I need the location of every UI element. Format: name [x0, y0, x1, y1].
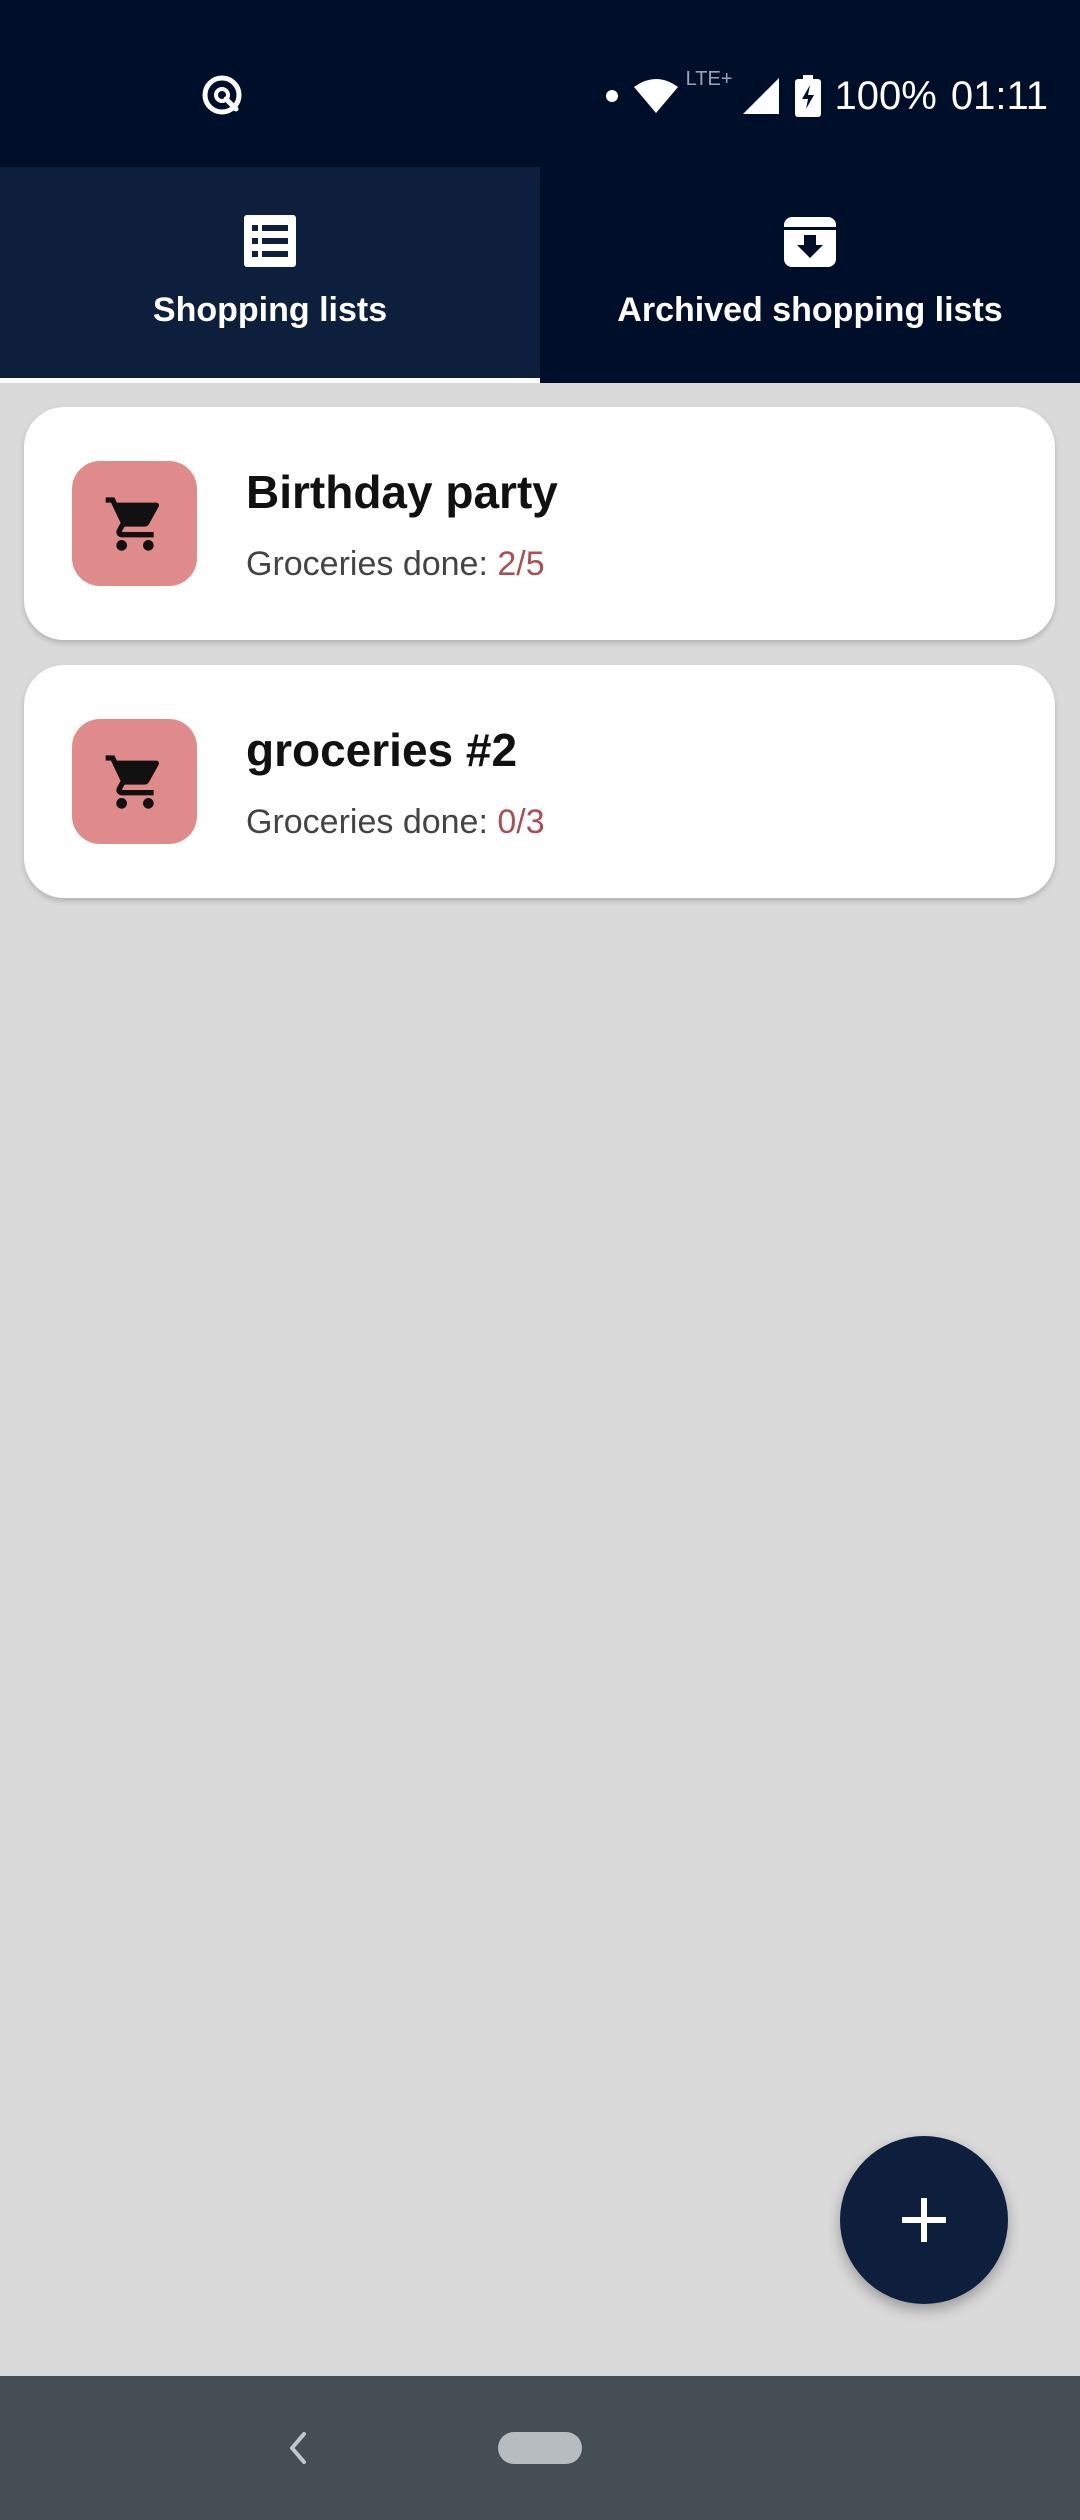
archive-icon [784, 217, 836, 267]
system-nav-bar [0, 2376, 1080, 2520]
list-title: groceries #2 [246, 724, 518, 776]
tab-archived-shopping-lists[interactable]: Archived shopping lists [540, 167, 1080, 383]
tab-label: Archived shopping lists [617, 291, 1003, 329]
notification-dot-icon [605, 90, 618, 102]
list-progress: Groceries done: 0/3 [246, 803, 545, 842]
back-icon[interactable] [282, 2424, 314, 2472]
list-icon-box [72, 461, 197, 586]
status-indicators: LTE+ 100% 01:11 [605, 66, 1048, 126]
list-icon-box [72, 719, 197, 844]
signal-icon [742, 78, 779, 114]
home-handle[interactable] [498, 2432, 582, 2464]
battery-percent: 100% [834, 74, 937, 118]
battery-charging-icon [794, 75, 821, 117]
add-list-button[interactable] [840, 2136, 1008, 2304]
clock: 01:11 [950, 74, 1048, 118]
shopping-list-card[interactable]: groceries #2 Groceries done: 0/3 [24, 665, 1055, 898]
tab-shopping-lists[interactable]: Shopping lists [0, 167, 540, 383]
list-icon [244, 215, 296, 267]
shopping-list-card[interactable]: Birthday party Groceries done: 2/5 [24, 407, 1055, 640]
tab-bar: Shopping lists Archived shopping lists [0, 167, 1080, 383]
cart-icon [105, 496, 159, 551]
assistant-icon [202, 75, 242, 115]
progress-label: Groceries done: [246, 545, 488, 583]
progress-label: Groceries done: [246, 803, 488, 841]
progress-count: 2/5 [497, 545, 545, 583]
list-title: Birthday party [246, 466, 558, 518]
status-bar: LTE+ 100% 01:11 [0, 0, 1080, 167]
wifi-icon [633, 79, 678, 113]
list-progress: Groceries done: 2/5 [246, 545, 545, 584]
network-type: LTE+ [685, 68, 733, 90]
tab-label: Shopping lists [152, 291, 388, 329]
plus-icon [902, 2198, 946, 2242]
cart-icon [105, 754, 159, 809]
progress-count: 0/3 [497, 803, 545, 841]
